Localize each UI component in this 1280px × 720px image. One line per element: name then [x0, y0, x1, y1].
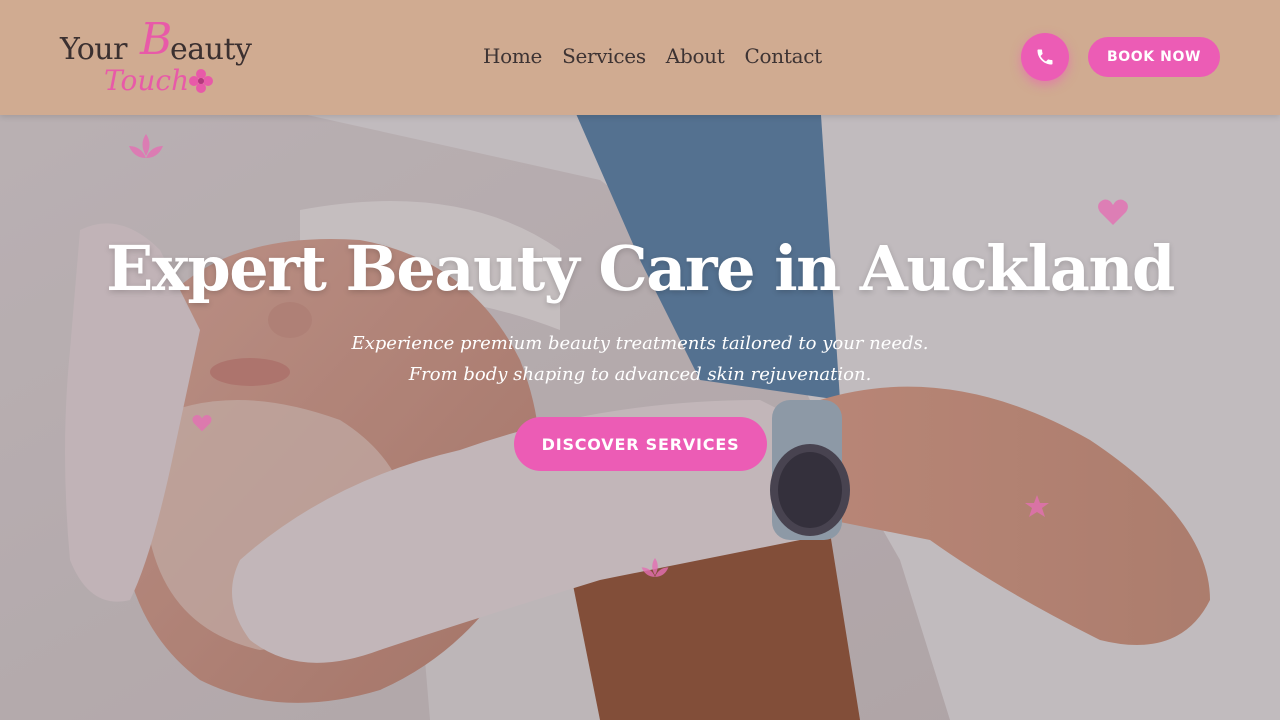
- nav-home[interactable]: Home: [483, 44, 542, 68]
- logo-text-b: B: [140, 14, 173, 65]
- phone-icon: [1037, 49, 1053, 65]
- flower-icon: [189, 69, 213, 93]
- phone-button[interactable]: [1021, 33, 1069, 81]
- logo-text-your: Your: [60, 32, 127, 67]
- logo-text-touch: Touch: [104, 64, 190, 97]
- lotus-icon: [641, 557, 669, 577]
- heart-icon: [192, 415, 212, 432]
- nav-services[interactable]: Services: [562, 44, 646, 68]
- site-header: Your B eauty Touch Home Services About C…: [0, 0, 1280, 115]
- main-nav: Home Services About Contact: [483, 44, 822, 68]
- discover-services-button[interactable]: DISCOVER SERVICES: [514, 417, 767, 471]
- lotus-icon: [129, 134, 163, 158]
- site-logo[interactable]: Your B eauty Touch: [58, 14, 258, 102]
- nav-about[interactable]: About: [666, 44, 725, 68]
- book-now-button[interactable]: BOOK NOW: [1088, 37, 1220, 77]
- hero-title: Expert Beauty Care in Auckland: [106, 232, 1175, 305]
- hero-subtitle: Experience premium beauty treatments tai…: [351, 333, 929, 385]
- heart-icon: [1098, 199, 1128, 225]
- nav-contact[interactable]: Contact: [745, 44, 823, 68]
- logo-text-eauty: eauty: [170, 32, 252, 67]
- star-icon: [1025, 495, 1049, 517]
